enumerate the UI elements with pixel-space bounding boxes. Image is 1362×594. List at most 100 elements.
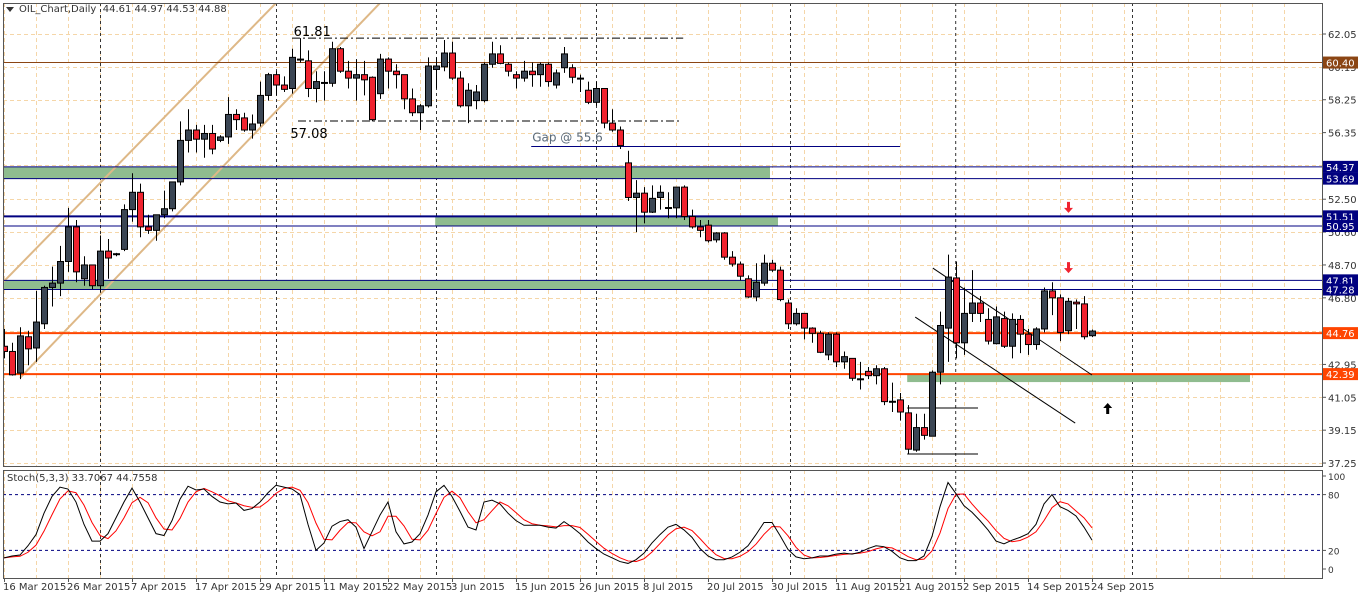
candle-body [785, 302, 792, 325]
candle [681, 185, 688, 220]
candle [913, 413, 920, 452]
candle [841, 351, 848, 369]
candle-body [513, 74, 520, 79]
candle-body [497, 53, 504, 64]
candle-body [689, 216, 696, 228]
candle [289, 48, 296, 94]
date-tick-label: 7 Apr 2015 [131, 582, 186, 593]
price-tick-label: 56.35 [1328, 129, 1357, 140]
candle-body [841, 356, 848, 363]
candle-body [225, 113, 232, 138]
candle-body [769, 262, 776, 271]
candle [457, 71, 464, 108]
candle [825, 332, 832, 361]
candle-body [529, 70, 536, 76]
date-tick-label: 29 Apr 2015 [259, 582, 321, 593]
candle [761, 254, 768, 286]
candle-body [1073, 301, 1080, 305]
price-tick-label: 39.15 [1328, 426, 1357, 437]
candle-body [593, 87, 600, 103]
price-tick-label: 41.05 [1328, 393, 1357, 404]
candle-body [249, 123, 256, 131]
candle [49, 266, 56, 307]
candle-body [97, 250, 104, 287]
candle [865, 367, 872, 380]
candle-body [609, 122, 616, 131]
candle [873, 365, 880, 385]
candle [649, 185, 656, 214]
date-tick-label: 11 Aug 2015 [835, 582, 899, 593]
candle-body [465, 89, 472, 107]
candle-body [793, 312, 800, 325]
candle-body [185, 129, 192, 141]
candle-body [993, 316, 1000, 345]
candle-body [697, 226, 704, 231]
candle [89, 264, 96, 290]
candle [521, 60, 528, 82]
stoch-axis-label: 0 [1328, 566, 1334, 576]
date-tick-label: 3 Jun 2015 [451, 582, 505, 593]
candle [25, 330, 32, 366]
candle [313, 71, 320, 103]
candle [97, 235, 104, 293]
date-tick-label: 24 Sep 2015 [1091, 582, 1154, 593]
candle [585, 81, 592, 105]
candle-body [905, 412, 912, 450]
arrow-down-icon [1064, 201, 1073, 213]
candle [137, 183, 144, 238]
stoch-axis-label: 20 [1328, 547, 1340, 557]
candle-body [545, 63, 552, 83]
candle [753, 263, 760, 302]
date-tick-label: 26 Mar 2015 [67, 582, 130, 593]
price-chart[interactable]: 61.8157.08Gap @ 55.662.0560.1558.2556.35… [0, 0, 1362, 594]
collapse-triangle-icon[interactable] [6, 6, 14, 12]
candle-body [89, 264, 96, 287]
date-tick-label: 2 Sep 2015 [963, 582, 1020, 593]
date-tick-label: 8 Jul 2015 [643, 582, 693, 593]
date-tick-label: 26 Jun 2015 [579, 582, 639, 593]
candle-body [289, 56, 296, 89]
candle [513, 71, 520, 89]
price-pane: 61.81 57.08 Gap @ 55.6 [3, 3, 1322, 466]
candle-body [265, 74, 272, 96]
candle [241, 112, 248, 132]
candle-body [561, 53, 568, 69]
candle [737, 261, 744, 281]
price-level-tag-label: 54.37 [1326, 163, 1355, 174]
candle [353, 59, 360, 101]
candle-body [369, 76, 376, 121]
candle-body [969, 302, 976, 314]
candle [561, 46, 568, 73]
candle-body [281, 84, 288, 90]
candle [377, 53, 384, 99]
candle-body [977, 302, 984, 314]
candle-body [1033, 328, 1040, 346]
candle-body [801, 312, 808, 329]
candle-body [569, 67, 576, 78]
candle-body [329, 48, 336, 84]
candle [1033, 327, 1040, 350]
candle [721, 232, 728, 260]
candle-body [881, 368, 888, 403]
candle [425, 57, 432, 108]
candle-body [649, 197, 656, 213]
candle-body [9, 350, 16, 376]
price-tick-label: 62.05 [1328, 30, 1357, 41]
candle [529, 62, 536, 87]
date-tick-label: 21 Aug 2015 [899, 582, 963, 593]
candle-body [1001, 318, 1008, 347]
candle-body [729, 256, 736, 265]
chart-window: 61.8157.08Gap @ 55.662.0560.1558.2556.35… [0, 0, 1362, 594]
candle-body [585, 89, 592, 103]
candle [601, 87, 608, 129]
candle-body [353, 74, 360, 79]
price-tick-label: 37.25 [1328, 459, 1357, 470]
price-tick-label: 58.25 [1328, 96, 1357, 107]
candle [793, 308, 800, 326]
price-level-tag-label: 42.39 [1326, 370, 1355, 381]
candle [777, 266, 784, 302]
candle-body [361, 74, 368, 81]
candle [273, 71, 280, 96]
candle-body [17, 335, 24, 374]
candle-body [657, 191, 664, 198]
